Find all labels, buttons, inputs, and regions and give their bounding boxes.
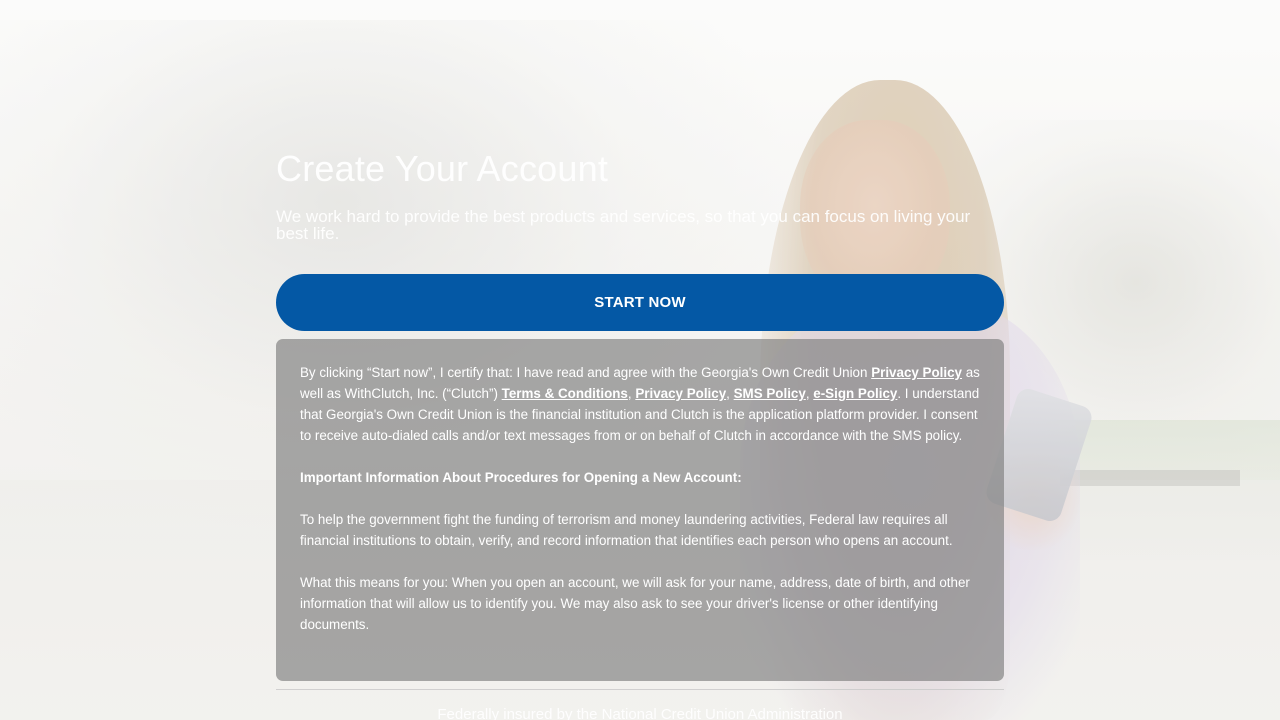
federal-law-paragraph: To help the government fight the funding… — [300, 512, 953, 548]
what-this-means-paragraph: What this means for you: When you open a… — [300, 575, 970, 632]
consent-paragraph: By clicking “Start now”, I certify that:… — [300, 362, 980, 446]
start-now-button[interactable]: START NOW — [276, 274, 1004, 331]
consent-text-1: By clicking “Start now”, I certify that:… — [300, 365, 872, 380]
footer-divider — [276, 689, 1004, 690]
ncua-insured-notice: Federally insured by the National Credit… — [437, 706, 843, 720]
cu-privacy-policy-link[interactable]: Privacy Policy — [871, 365, 962, 380]
link-separator: , — [726, 386, 734, 401]
procedures-heading: Important Information About Procedures f… — [300, 470, 742, 485]
sms-policy-link[interactable]: SMS Policy — [734, 386, 806, 401]
page-subtitle: We work hard to provide the best product… — [276, 207, 971, 243]
disclosure-panel: By clicking “Start now”, I certify that:… — [276, 339, 1004, 681]
page-title: Create Your Account — [276, 148, 609, 189]
terms-conditions-link[interactable]: Terms & Conditions — [502, 386, 628, 401]
esign-policy-link[interactable]: e-Sign Policy — [813, 386, 897, 401]
clutch-privacy-policy-link[interactable]: Privacy Policy — [635, 386, 726, 401]
